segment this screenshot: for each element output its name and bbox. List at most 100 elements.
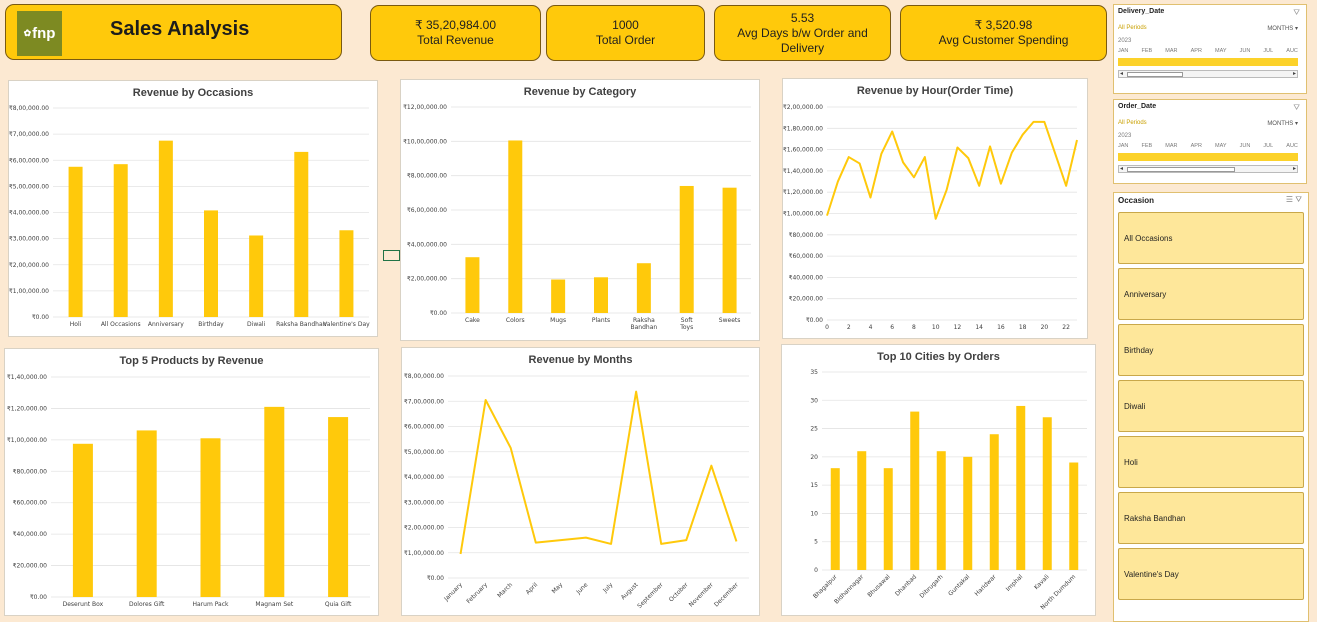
bar[interactable] xyxy=(328,417,349,597)
y-tick-label: ₹1,00,000.00 xyxy=(783,211,823,218)
all-periods-label: All Periods xyxy=(1118,120,1147,126)
timeline-bar[interactable] xyxy=(1118,58,1298,66)
scroll-right-icon[interactable]: ▸ xyxy=(1293,70,1296,77)
bar[interactable] xyxy=(857,451,867,570)
y-tick-label: ₹20,000.00 xyxy=(13,563,48,570)
bar[interactable] xyxy=(339,230,354,317)
slicer-item-all-occasions[interactable]: All Occasions xyxy=(1118,212,1304,264)
slicer-occasion[interactable]: Occasion ☰ ⛛ All Occasions Anniversary B… xyxy=(1113,192,1309,622)
timeline-bar[interactable] xyxy=(1118,153,1298,161)
bar[interactable] xyxy=(136,430,157,597)
y-tick-label: ₹0.00 xyxy=(30,594,47,601)
month-label[interactable]: JUL xyxy=(1263,48,1273,54)
x-tick-label: 2 xyxy=(847,324,851,331)
month-label[interactable]: AUC xyxy=(1286,48,1298,54)
chart-title: Revenue by Months xyxy=(529,354,633,366)
chart-revenue-by-occasions[interactable]: Revenue by Occasions ₹0.00 ₹1,00,000.00 ₹2,… xyxy=(8,80,378,337)
multi-select-icon[interactable]: ☰ xyxy=(1286,195,1293,204)
bar[interactable] xyxy=(200,438,221,597)
bar[interactable] xyxy=(249,235,264,317)
month-label[interactable]: FEB xyxy=(1141,143,1152,149)
bar[interactable] xyxy=(72,443,93,597)
slicer-order-date[interactable]: Order_Date ⛛ All Periods MONTHS ▾ 2023 J… xyxy=(1113,99,1307,184)
slicer-item-anniversary[interactable]: Anniversary xyxy=(1118,268,1304,320)
bar[interactable] xyxy=(1016,405,1026,570)
slicer-item-diwali[interactable]: Diwali xyxy=(1118,380,1304,432)
clear-filter-icon[interactable]: ⛛ xyxy=(1293,103,1300,113)
chart-revenue-by-category[interactable]: Revenue by Category ₹0.00 ₹2,00,000.00 ₹4,0… xyxy=(400,79,760,341)
month-label[interactable]: MAR xyxy=(1165,143,1177,149)
series-line[interactable] xyxy=(826,120,1078,220)
bar[interactable] xyxy=(936,451,946,570)
y-tick-label: ₹6,00,000.00 xyxy=(9,157,49,164)
y-tick-label: ₹1,00,000.00 xyxy=(404,550,444,557)
chart-svg: Revenue by Months ₹0.00 ₹1,00,000.00 ₹2,00,… xyxy=(404,354,749,610)
chart-top-10-cities[interactable]: Top 10 Cities by Orders 0 5 10 15 20 25 30 35 Bha… xyxy=(781,344,1096,616)
chart-revenue-by-hour[interactable]: Revenue by Hour(Order Time) ₹0.00 ₹20,000.… xyxy=(782,78,1088,339)
bar[interactable] xyxy=(830,468,840,570)
clear-filter-icon[interactable]: ⛛ xyxy=(1295,195,1302,204)
month-label[interactable]: MAY xyxy=(1215,48,1227,54)
scroll-thumb[interactable] xyxy=(1127,72,1183,77)
y-tick-label: ₹0.00 xyxy=(806,317,823,324)
month-label[interactable]: FEB xyxy=(1141,48,1152,54)
clear-filter-icon[interactable]: ⛛ xyxy=(1293,8,1300,18)
chart-revenue-by-months[interactable]: Revenue by Months ₹0.00 ₹1,00,000.00 ₹2,00,… xyxy=(401,347,760,616)
month-labels: JAN FEB MAR APR MAY JUN JUL AUC xyxy=(1118,48,1298,54)
slicer-delivery-date[interactable]: Delivery_Date ⛛ All Periods MONTHS ▾ 202… xyxy=(1113,4,1307,94)
x-tick-label: Mugs xyxy=(550,317,566,324)
time-level-dropdown[interactable]: MONTHS ▾ xyxy=(1267,25,1298,32)
month-label[interactable]: APR xyxy=(1191,48,1202,54)
month-label[interactable]: JUL xyxy=(1263,143,1273,149)
timeline-scrollbar[interactable]: ◂ ▸ xyxy=(1118,165,1298,173)
month-label[interactable]: JAN xyxy=(1118,48,1128,54)
bar[interactable] xyxy=(636,263,651,313)
bar[interactable] xyxy=(963,456,973,570)
slicer-item-valentines-day[interactable]: Valentine's Day xyxy=(1118,548,1304,600)
scroll-left-icon[interactable]: ◂ xyxy=(1120,165,1123,172)
bar[interactable] xyxy=(679,185,694,313)
scroll-right-icon[interactable]: ▸ xyxy=(1293,165,1296,172)
bar[interactable] xyxy=(113,164,128,317)
scroll-left-icon[interactable]: ◂ xyxy=(1120,70,1123,77)
month-label[interactable]: MAY xyxy=(1215,143,1227,149)
slicer-item-birthday[interactable]: Birthday xyxy=(1118,324,1304,376)
y-tick-label: ₹7,00,000.00 xyxy=(9,131,49,138)
bar[interactable] xyxy=(883,468,893,570)
chart-top-5-products[interactable]: Top 5 Products by Revenue ₹0.00 ₹20,000.00… xyxy=(4,348,379,616)
y-tick-label: ₹80,000.00 xyxy=(13,468,48,475)
chart-svg: Revenue by Category ₹0.00 ₹2,00,000.00 ₹4,0… xyxy=(403,86,751,331)
x-tick-label: 20 xyxy=(1041,324,1049,331)
month-label[interactable]: JAN xyxy=(1118,143,1128,149)
series-line[interactable] xyxy=(459,390,738,555)
bar[interactable] xyxy=(1042,417,1052,570)
slicer-item-raksha-bandhan[interactable]: Raksha Bandhan xyxy=(1118,492,1304,544)
time-level-dropdown[interactable]: MONTHS ▾ xyxy=(1267,120,1298,127)
bar[interactable] xyxy=(1069,462,1079,570)
bar[interactable] xyxy=(551,279,566,313)
month-label[interactable]: MAR xyxy=(1165,48,1177,54)
bar[interactable] xyxy=(910,411,920,570)
bar[interactable] xyxy=(68,166,83,317)
y-tick-label: ₹80,000.00 xyxy=(789,232,824,239)
bar[interactable] xyxy=(204,210,218,317)
scroll-thumb[interactable] xyxy=(1127,167,1235,172)
bar[interactable] xyxy=(294,151,309,317)
bar[interactable] xyxy=(722,187,737,313)
bar[interactable] xyxy=(508,140,523,313)
slicer-item-holi[interactable]: Holi xyxy=(1118,436,1304,488)
bar[interactable] xyxy=(158,140,173,317)
bar[interactable] xyxy=(264,406,285,597)
timeline-scrollbar[interactable]: ◂ ▸ xyxy=(1118,70,1298,78)
bar[interactable] xyxy=(989,434,999,570)
x-tick-label: Soft Toys xyxy=(679,317,693,331)
bar[interactable] xyxy=(465,257,480,313)
month-label[interactable]: APR xyxy=(1191,143,1202,149)
month-label[interactable]: JUN xyxy=(1240,48,1251,54)
month-label[interactable]: AUC xyxy=(1286,143,1298,149)
kpi-total-revenue: ₹ 35,20,984.00 Total Revenue xyxy=(370,5,541,61)
bar[interactable] xyxy=(594,277,608,313)
selected-cell[interactable] xyxy=(383,250,400,261)
x-tick-label: 6 xyxy=(890,324,894,331)
month-label[interactable]: JUN xyxy=(1240,143,1251,149)
